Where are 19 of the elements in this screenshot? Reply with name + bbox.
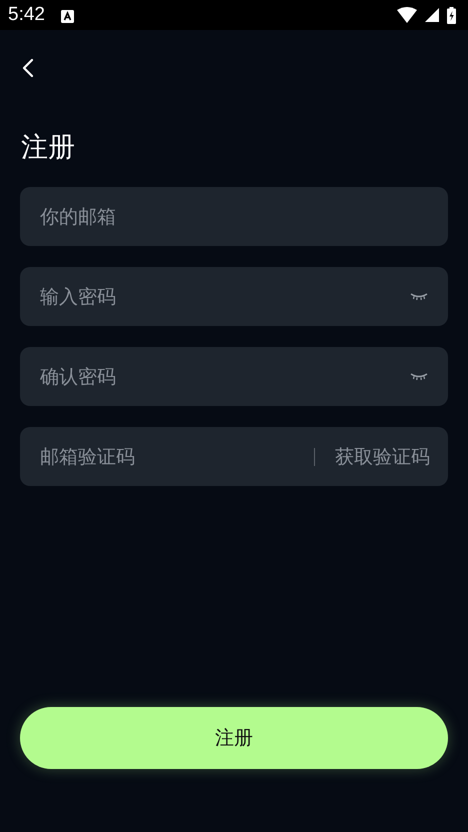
input-field[interactable]: 输入密码	[20, 267, 448, 326]
text-input[interactable]: 你的邮箱	[40, 206, 428, 228]
get-code-button[interactable]: 获取验证码	[325, 444, 430, 470]
register-button[interactable]: 注册	[20, 707, 448, 769]
battery-icon	[447, 6, 456, 24]
page-title: 注册	[21, 131, 76, 165]
input-field[interactable]: 确认密码	[20, 347, 448, 406]
notification-icon	[60, 10, 74, 22]
status-time: 5:42	[8, 4, 45, 26]
input-field[interactable]: 邮箱验证码 获取验证码	[20, 427, 448, 486]
signal-icon	[425, 8, 439, 22]
back-button[interactable]	[21, 57, 35, 79]
eye-closed-icon[interactable]	[410, 292, 428, 300]
text-input[interactable]: 邮箱验证码	[40, 446, 314, 468]
text-input[interactable]: 输入密码	[40, 286, 410, 308]
text-input[interactable]: 确认密码	[40, 366, 410, 388]
eye-closed-icon[interactable]	[410, 372, 428, 380]
wifi-icon	[397, 7, 417, 23]
input-field[interactable]: 你的邮箱	[20, 187, 448, 246]
